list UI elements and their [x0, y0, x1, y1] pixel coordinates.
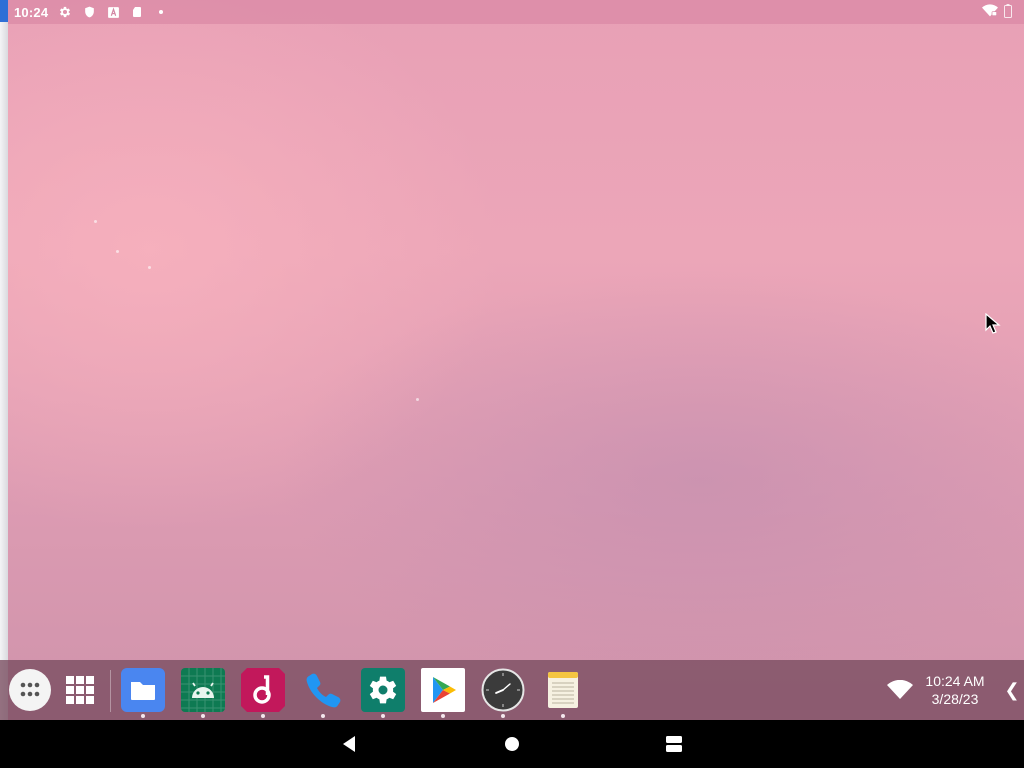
app-settings[interactable]: [361, 668, 405, 718]
app-drawer-icon: [9, 669, 51, 711]
recent-apps-grid-button[interactable]: [58, 668, 102, 712]
running-indicator: [201, 714, 205, 718]
home-icon: [505, 737, 519, 751]
wallpaper: [0, 0, 1024, 720]
window-edge-accent: [0, 0, 8, 22]
android-icon: [181, 668, 225, 712]
app-play-store[interactable]: [421, 668, 465, 718]
running-indicator: [321, 714, 325, 718]
app-music[interactable]: [241, 668, 285, 718]
wallpaper-speck: [148, 266, 151, 269]
status-bar[interactable]: 10:24: [8, 0, 1024, 24]
back-button[interactable]: [336, 732, 362, 756]
tray-date: 3/28/23: [931, 691, 979, 707]
shield-icon: [82, 5, 96, 19]
window-edge: [0, 0, 8, 720]
gear-icon: [58, 5, 72, 19]
app-files[interactable]: [121, 668, 165, 718]
taskbar: 10:24 AM 3/28/23 ❮: [0, 660, 1024, 720]
play-store-icon: [421, 668, 465, 712]
wallpaper-speck: [416, 398, 419, 401]
running-indicator: [561, 714, 565, 718]
dot-icon: [154, 5, 168, 19]
phone-icon: [306, 673, 341, 708]
music-note-icon: [241, 668, 285, 712]
tray-clock[interactable]: 10:24 AM 3/28/23: [915, 672, 995, 708]
status-right-icons: [982, 4, 1012, 23]
running-indicator: [501, 714, 505, 718]
app-clock[interactable]: [481, 668, 525, 718]
taskbar-divider: [110, 670, 111, 712]
navigation-bar: [0, 720, 1024, 768]
wifi-icon[interactable]: [886, 680, 914, 700]
running-indicator: [261, 714, 265, 718]
folder-icon: [121, 668, 165, 712]
wifi-vpn-icon: [982, 4, 998, 23]
clock-icon: [481, 668, 525, 712]
mouse-cursor-icon: [985, 313, 1001, 334]
running-indicator: [381, 714, 385, 718]
recents-button[interactable]: [661, 732, 687, 756]
status-time: 10:24: [14, 4, 49, 20]
recent-apps-grid-icon: [66, 676, 94, 704]
wallpaper-speck: [116, 250, 119, 253]
gear-icon: [361, 668, 405, 712]
sd-card-icon: [130, 5, 144, 19]
notepad-icon: [548, 672, 578, 708]
text-a-icon: [106, 5, 120, 19]
app-android[interactable]: [181, 668, 225, 718]
tray-expand-chevron-icon[interactable]: ❮: [1004, 680, 1020, 700]
app-notes[interactable]: [541, 668, 585, 718]
back-icon: [343, 736, 355, 752]
battery-icon: [1004, 4, 1012, 23]
recents-icon: [666, 736, 682, 752]
wallpaper-speck: [94, 220, 97, 223]
running-indicator: [141, 714, 145, 718]
android-desktop: 10:24 10:24 AM 3/28/23 ❮: [0, 0, 1024, 768]
running-indicator: [441, 714, 445, 718]
app-drawer-button[interactable]: [8, 668, 52, 712]
app-phone[interactable]: [301, 668, 345, 718]
tray-time: 10:24 AM: [925, 673, 985, 689]
home-button[interactable]: [499, 732, 525, 756]
